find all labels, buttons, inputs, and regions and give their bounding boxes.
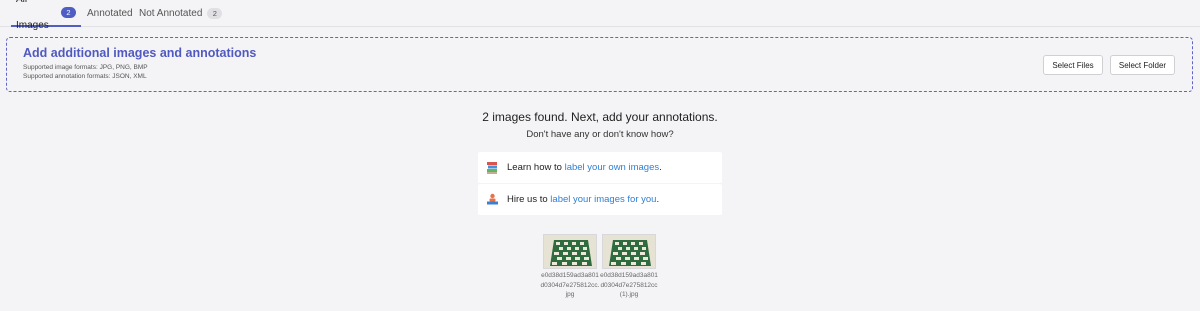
tab-not-annotated[interactable]: Not Annotated 2 xyxy=(134,0,227,27)
upload-dropzone[interactable]: Add additional images and annotations Su… xyxy=(6,37,1193,92)
select-folder-button[interactable]: Select Folder xyxy=(1110,55,1175,75)
annotation-formats-note: Supported annotation formats: JSON, XML xyxy=(23,73,147,80)
person-at-desk-icon xyxy=(485,193,499,207)
image-filename: e0d38d159ad3a801d0304d7e275812cc.jpg xyxy=(540,272,600,298)
label-your-own-images-link[interactable]: label your own images xyxy=(565,162,660,173)
learn-suffix: . xyxy=(659,162,662,173)
label-your-images-for-you-link[interactable]: label your images for you xyxy=(550,194,656,205)
tab-label: Not Annotated xyxy=(139,7,203,19)
tab-label: All Images xyxy=(16,0,49,31)
chessboard-image xyxy=(603,235,655,268)
learn-prefix: Learn how to xyxy=(507,162,565,173)
books-icon xyxy=(485,161,499,175)
count-badge: 2 xyxy=(207,8,223,19)
select-files-button[interactable]: Select Files xyxy=(1043,55,1103,75)
help-prompt: Don't have any or don't know how? xyxy=(526,129,674,140)
learn-labeling-card: Learn how to label your own images. xyxy=(478,152,722,183)
chessboard-image xyxy=(544,235,596,268)
image-filename: e0d38d159ad3a801d0304d7e275812cc (1).jpg xyxy=(600,272,658,298)
tab-label: Annotated xyxy=(87,7,133,19)
images-found-heading: 2 images found. Next, add your annotatio… xyxy=(482,110,718,124)
count-badge: 2 xyxy=(61,7,76,18)
image-thumbnail[interactable] xyxy=(602,234,656,269)
hire-prefix: Hire us to xyxy=(507,194,551,205)
dropzone-title: Add additional images and annotations xyxy=(23,46,257,60)
image-thumbnail[interactable] xyxy=(543,234,597,269)
image-formats-note: Supported image formats: JPG, PNG, BMP xyxy=(23,64,148,71)
tab-bar: All Images 2 Annotated Not Annotated 2 xyxy=(0,0,1200,31)
hire-labeling-card: Hire us to label your images for you. xyxy=(478,184,722,215)
tab-all-images[interactable]: All Images 2 xyxy=(11,0,81,31)
hire-suffix: . xyxy=(656,194,660,205)
tab-annotated[interactable]: Annotated xyxy=(82,0,138,27)
